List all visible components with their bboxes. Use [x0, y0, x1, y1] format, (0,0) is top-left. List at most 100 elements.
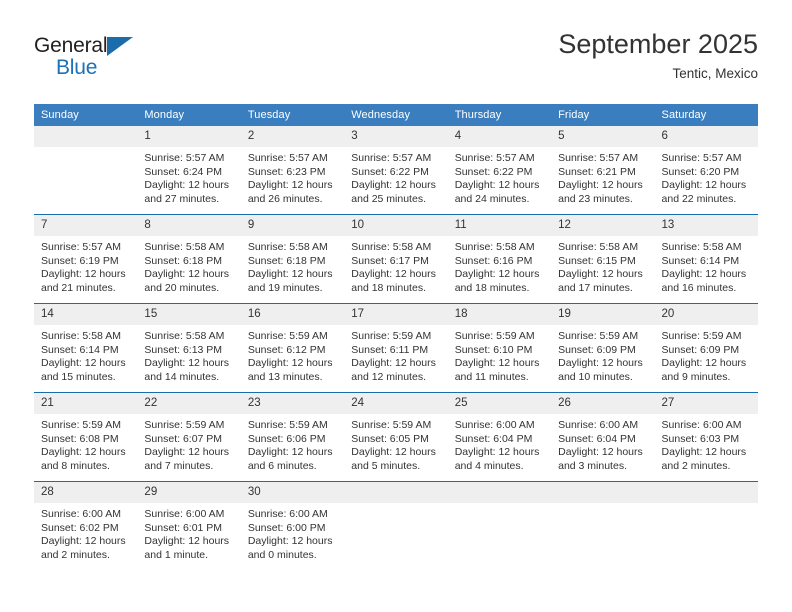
- sunrise-text: Sunrise: 5:57 AM: [144, 152, 225, 164]
- calendar-day-cell[interactable]: 27 Sunrise: 6:00 AM Sunset: 6:03 PM Dayligh…: [654, 392, 758, 482]
- day-number: 14: [34, 304, 138, 325]
- sunset-text: Sunset: 6:08 PM: [41, 432, 119, 445]
- daylight-text: Daylight: 12 hours and 13 minutes.: [247, 357, 333, 383]
- calendar-day-cell[interactable]: 23 Sunrise: 5:59 AM Sunset: 6:06 PM Dayligh…: [240, 392, 345, 482]
- sunrise-text: Sunrise: 5:59 AM: [351, 419, 432, 431]
- sunrise-text: Sunrise: 5:58 AM: [558, 241, 639, 253]
- calendar-day-cell[interactable]: 1 Sunrise: 5:57 AM Sunset: 6:24 PM Daylight…: [137, 126, 241, 215]
- day-number: 13: [654, 215, 758, 236]
- calendar-day-cell[interactable]: 20 Sunrise: 5:59 AM Sunset: 6:09 PM Dayligh…: [654, 303, 758, 393]
- sunrise-text: Sunrise: 5:59 AM: [558, 330, 639, 342]
- daylight-text: Daylight: 12 hours and 6 minutes.: [247, 446, 333, 472]
- day-number: 11: [447, 215, 552, 236]
- weekday-header-thursday: Thursday: [447, 104, 552, 126]
- day-number: 10: [344, 215, 448, 236]
- calendar-day-cell[interactable]: 3 Sunrise: 5:57 AM Sunset: 6:22 PM Daylight…: [344, 126, 448, 215]
- day-number: 16: [240, 304, 345, 325]
- calendar-day-cell[interactable]: 10 Sunrise: 5:58 AM Sunset: 6:17 PM Dayligh…: [344, 214, 448, 304]
- calendar-day-cell[interactable]: 8 Sunrise: 5:58 AM Sunset: 6:18 PM Daylight…: [137, 214, 241, 304]
- sunrise-text: Sunrise: 5:57 AM: [454, 152, 535, 164]
- day-details: Sunrise: 5:58 AM Sunset: 6:14 PM Daylight:…: [34, 325, 137, 384]
- sunset-text: Sunset: 6:21 PM: [558, 165, 636, 178]
- calendar-day-cell[interactable]: 28 Sunrise: 6:00 AM Sunset: 6:02 PM Dayligh…: [34, 481, 138, 570]
- calendar-day-cell[interactable]: 15 Sunrise: 5:58 AM Sunset: 6:13 PM Dayligh…: [137, 303, 241, 393]
- calendar-day-cell[interactable]: 5 Sunrise: 5:57 AM Sunset: 6:21 PM Daylight…: [551, 126, 655, 215]
- calendar-page: General Blue September 2025 Tentic, Mexi…: [0, 0, 792, 612]
- daylight-text: Daylight: 12 hours and 11 minutes.: [454, 357, 540, 383]
- calendar-day-cell[interactable]: 26 Sunrise: 6:00 AM Sunset: 6:04 PM Dayligh…: [551, 392, 655, 482]
- day-number: [654, 482, 758, 503]
- calendar-day-cell[interactable]: 4 Sunrise: 5:57 AM Sunset: 6:22 PM Daylight…: [447, 126, 552, 215]
- calendar-day-cell[interactable]: 14 Sunrise: 5:58 AM Sunset: 6:14 PM Dayligh…: [34, 303, 138, 393]
- calendar-day-cell[interactable]: 30 Sunrise: 6:00 AM Sunset: 6:00 PM Dayligh…: [240, 481, 345, 570]
- daylight-text: Daylight: 12 hours and 4 minutes.: [454, 446, 540, 472]
- calendar-day-cell[interactable]: 19 Sunrise: 5:59 AM Sunset: 6:09 PM Dayligh…: [551, 303, 655, 393]
- day-number: 6: [654, 126, 758, 147]
- sunset-text: Sunset: 6:04 PM: [454, 432, 533, 445]
- calendar-day-cell[interactable]: 6 Sunrise: 5:57 AM Sunset: 6:20 PM Daylight…: [654, 126, 758, 215]
- calendar-day-cell[interactable]: 7 Sunrise: 5:57 AM Sunset: 6:19 PM Daylight…: [34, 214, 138, 304]
- day-details: Sunrise: 6:00 AM Sunset: 6:02 PM Daylight:…: [34, 503, 137, 562]
- daylight-text: Daylight: 12 hours and 10 minutes.: [558, 357, 643, 383]
- sunset-text: Sunset: 6:04 PM: [558, 432, 636, 445]
- calendar-day-cell[interactable]: 21 Sunrise: 5:59 AM Sunset: 6:08 PM Dayligh…: [34, 392, 138, 482]
- daylight-text: Daylight: 12 hours and 0 minutes.: [247, 535, 333, 561]
- sunrise-text: Sunrise: 5:57 AM: [351, 152, 432, 164]
- day-number: 25: [447, 393, 552, 414]
- day-number: 30: [240, 482, 345, 503]
- calendar-day-cell[interactable]: 9 Sunrise: 5:58 AM Sunset: 6:18 PM Daylight…: [240, 214, 345, 304]
- calendar-day-cell[interactable]: 16 Sunrise: 5:59 AM Sunset: 6:12 PM Dayligh…: [240, 303, 345, 393]
- calendar-day-cell[interactable]: 2 Sunrise: 5:57 AM Sunset: 6:23 PM Daylight…: [240, 126, 345, 215]
- day-number: [551, 482, 655, 503]
- sunset-text: Sunset: 6:18 PM: [144, 254, 223, 267]
- calendar-day-cell[interactable]: 13 Sunrise: 5:58 AM Sunset: 6:14 PM Dayligh…: [654, 214, 758, 304]
- sunrise-text: Sunrise: 5:57 AM: [247, 152, 328, 164]
- day-details: Sunrise: 5:59 AM Sunset: 6:06 PM Daylight:…: [241, 414, 344, 473]
- calendar-day-cell[interactable]: 18 Sunrise: 5:59 AM Sunset: 6:10 PM Dayligh…: [447, 303, 552, 393]
- calendar-day-cell[interactable]: 17 Sunrise: 5:59 AM Sunset: 6:11 PM Dayligh…: [344, 303, 448, 393]
- sunrise-text: Sunrise: 6:00 AM: [454, 419, 535, 431]
- day-details: Sunrise: 5:58 AM Sunset: 6:16 PM Daylight:…: [448, 236, 551, 295]
- calendar-day-cell[interactable]: 24 Sunrise: 5:59 AM Sunset: 6:05 PM Dayligh…: [344, 392, 448, 482]
- calendar-day-cell[interactable]: 11 Sunrise: 5:58 AM Sunset: 6:16 PM Dayligh…: [447, 214, 552, 304]
- day-details: Sunrise: 5:58 AM Sunset: 6:18 PM Daylight:…: [137, 236, 240, 295]
- day-details: Sunrise: 5:59 AM Sunset: 6:11 PM Daylight:…: [344, 325, 447, 384]
- day-details: Sunrise: 5:59 AM Sunset: 6:10 PM Daylight:…: [448, 325, 551, 384]
- sunset-text: Sunset: 6:09 PM: [661, 343, 740, 356]
- sunrise-text: Sunrise: 5:59 AM: [247, 330, 328, 342]
- sunset-text: Sunset: 6:06 PM: [247, 432, 326, 445]
- calendar-day-cell[interactable]: 25 Sunrise: 6:00 AM Sunset: 6:04 PM Dayligh…: [447, 392, 552, 482]
- daylight-text: Daylight: 12 hours and 16 minutes.: [661, 268, 747, 294]
- sunset-text: Sunset: 6:20 PM: [661, 165, 740, 178]
- calendar-day-cell[interactable]: 12 Sunrise: 5:58 AM Sunset: 6:15 PM Dayligh…: [551, 214, 655, 304]
- day-number: 19: [551, 304, 655, 325]
- weekday-header-sunday: Sunday: [34, 104, 138, 126]
- day-details: Sunrise: 5:59 AM Sunset: 6:12 PM Daylight:…: [241, 325, 344, 384]
- calendar-day-cell[interactable]: 22 Sunrise: 5:59 AM Sunset: 6:07 PM Dayligh…: [137, 392, 241, 482]
- page-subtitle: Tentic, Mexico: [672, 66, 758, 81]
- day-number: 27: [654, 393, 758, 414]
- sunrise-text: Sunrise: 5:59 AM: [661, 330, 742, 342]
- day-details: Sunrise: 5:57 AM Sunset: 6:21 PM Daylight:…: [551, 147, 654, 206]
- day-details: Sunrise: 5:58 AM Sunset: 6:17 PM Daylight:…: [344, 236, 447, 295]
- general-blue-logo[interactable]: General Blue: [34, 34, 234, 90]
- sunrise-text: Sunrise: 5:59 AM: [144, 419, 225, 431]
- sunset-text: Sunset: 6:22 PM: [351, 165, 429, 178]
- sunrise-text: Sunrise: 5:58 AM: [454, 241, 535, 253]
- daylight-text: Daylight: 12 hours and 24 minutes.: [454, 179, 540, 205]
- day-details: Sunrise: 6:00 AM Sunset: 6:03 PM Daylight:…: [655, 414, 758, 473]
- day-details: Sunrise: 6:00 AM Sunset: 6:04 PM Daylight:…: [551, 414, 654, 473]
- sunrise-text: Sunrise: 5:58 AM: [247, 241, 328, 253]
- page-header: General Blue September 2025 Tentic, Mexi…: [34, 28, 758, 98]
- daylight-text: Daylight: 12 hours and 2 minutes.: [661, 446, 747, 472]
- weekday-header-friday: Friday: [551, 104, 655, 126]
- calendar-day-cell-empty: [654, 481, 758, 570]
- daylight-text: Daylight: 12 hours and 5 minutes.: [351, 446, 436, 472]
- logo-text-blue: Blue: [56, 56, 98, 79]
- calendar-day-cell[interactable]: 29 Sunrise: 6:00 AM Sunset: 6:01 PM Dayligh…: [137, 481, 241, 570]
- day-details: Sunrise: 5:58 AM Sunset: 6:18 PM Daylight:…: [241, 236, 344, 295]
- day-number: 29: [137, 482, 241, 503]
- weekday-header-saturday: Saturday: [654, 104, 758, 126]
- day-number: 9: [240, 215, 345, 236]
- sunrise-text: Sunrise: 5:59 AM: [454, 330, 535, 342]
